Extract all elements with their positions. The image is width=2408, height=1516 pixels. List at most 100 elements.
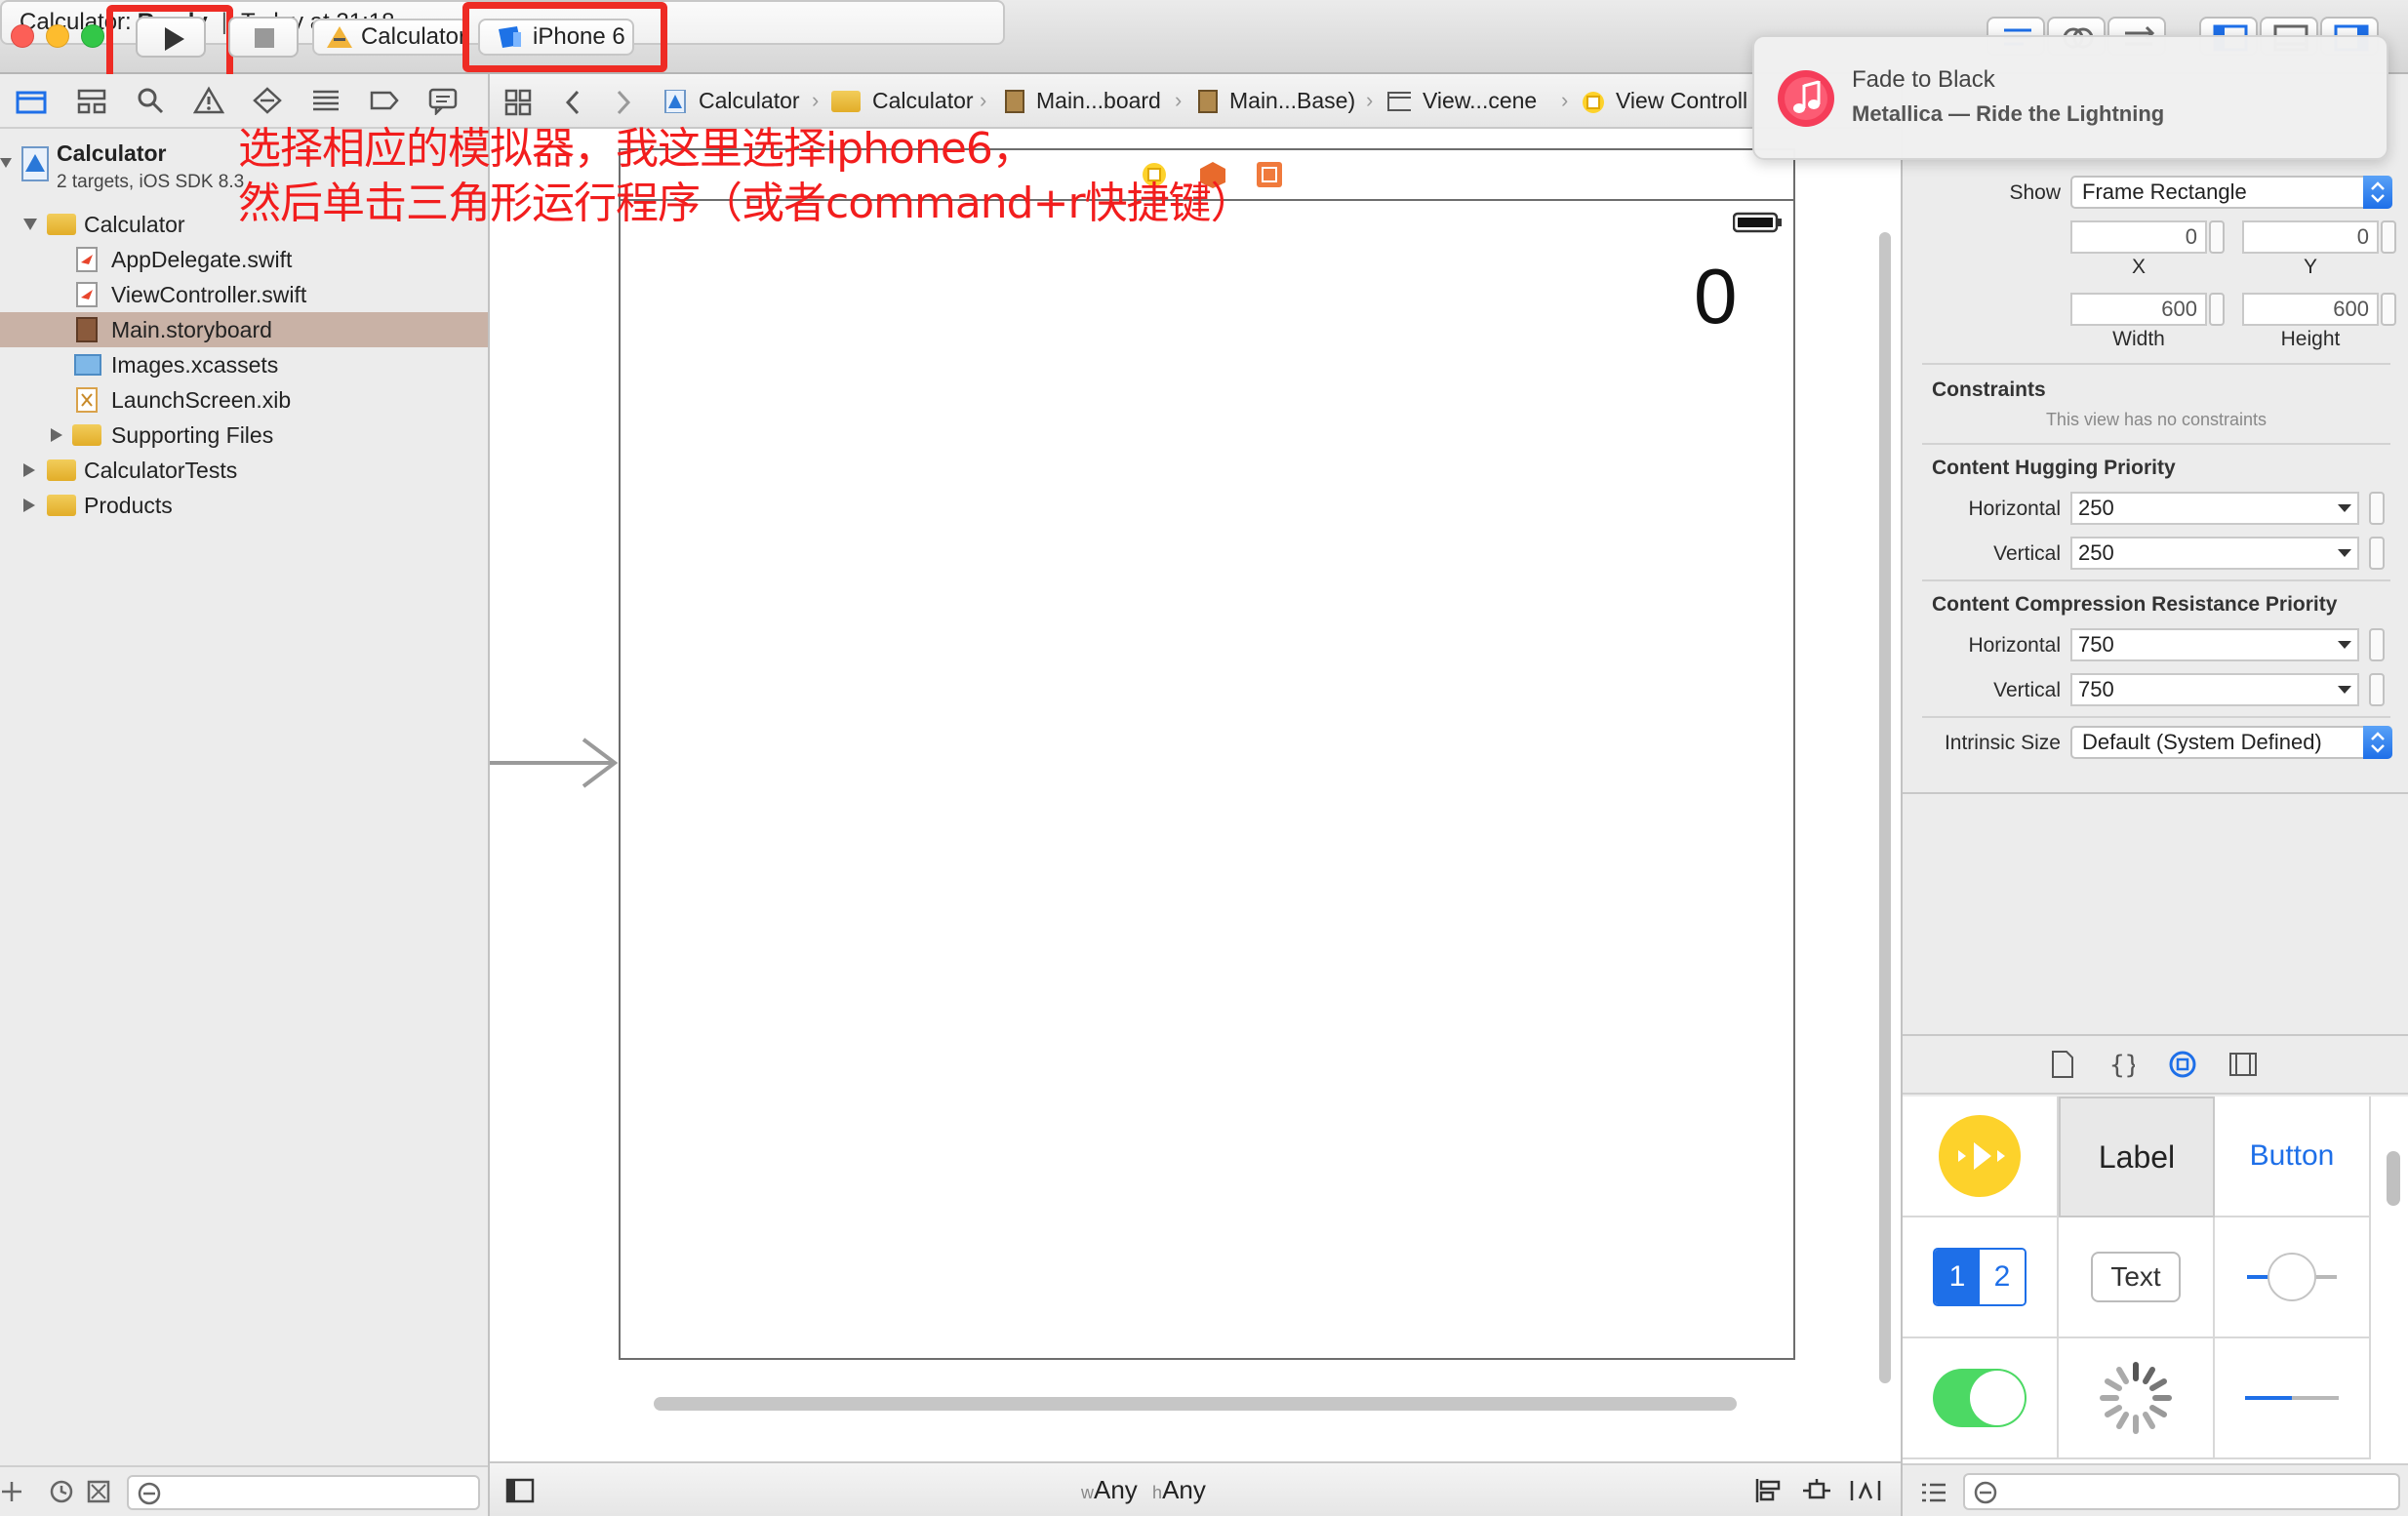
list-grid-toggle-icon[interactable] <box>1920 1479 1947 1506</box>
scm-filter-icon[interactable] <box>86 1479 111 1504</box>
crumb-storyboard[interactable]: Main...board <box>1005 88 1161 114</box>
crumb-project[interactable]: Calculator <box>663 88 800 114</box>
align-icon[interactable] <box>1754 1477 1784 1504</box>
nav-item-main-storyboard[interactable]: Main.storyboard <box>0 312 488 347</box>
nav-item-viewcontroller[interactable]: ViewController.swift <box>0 277 488 312</box>
compression-vertical-stepper[interactable] <box>2369 673 2385 706</box>
intrinsic-size-value: Default (System Defined) <box>2082 730 2322 754</box>
nav-item-calculatortests[interactable]: CalculatorTests <box>0 453 488 488</box>
width-stepper[interactable] <box>2209 293 2225 326</box>
horizontal-scrollbar[interactable] <box>654 1397 1737 1411</box>
library-activity-indicator-tile[interactable] <box>2059 1338 2215 1459</box>
file-template-icon[interactable] <box>2051 1050 2074 1079</box>
notification-subtitle: Metallica — Ride the Lightning <box>1852 101 2165 126</box>
crumb-group[interactable]: Calculator <box>831 88 974 114</box>
hugging-vertical-combo[interactable]: 250 <box>2070 537 2359 570</box>
view-controller-scene[interactable]: 0 <box>619 199 1795 1360</box>
size-class-w-value: Any <box>1094 1475 1138 1504</box>
library-progress-view-tile[interactable] <box>2215 1338 2371 1459</box>
disclosure-closed-icon[interactable] <box>23 463 35 477</box>
code-snippet-icon[interactable]: {} <box>2109 1050 2135 1079</box>
folder-tab-icon[interactable] <box>16 88 47 115</box>
size-class-control[interactable]: wAny hAny <box>1081 1475 1206 1505</box>
height-value: 600 <box>2333 297 2369 321</box>
warning-icon[interactable] <box>193 86 224 115</box>
vertical-scrollbar[interactable] <box>1879 232 1891 1383</box>
exit-icon[interactable] <box>1255 160 1284 189</box>
library-label-tile[interactable]: Label <box>2059 1097 2215 1217</box>
disclosure-open-icon[interactable] <box>0 156 12 170</box>
media-library-icon[interactable] <box>2228 1050 2258 1079</box>
library-filter-input[interactable] <box>1963 1473 2400 1510</box>
navigator-filter-input[interactable] <box>127 1475 480 1510</box>
library-switch-tile[interactable] <box>1903 1338 2059 1459</box>
crumb-base[interactable]: Main...Base) <box>1198 88 1355 114</box>
show-popup[interactable]: Frame Rectangle <box>2070 176 2392 209</box>
disclosure-closed-icon[interactable] <box>51 428 62 442</box>
document-outline-toggle-icon[interactable] <box>505 1477 535 1504</box>
library-scrollbar[interactable] <box>2387 1151 2400 1206</box>
library-button-tile[interactable]: Button <box>2215 1097 2371 1217</box>
y-field[interactable]: 0 <box>2242 220 2379 254</box>
breakpoint-icon[interactable] <box>369 86 400 115</box>
scheme-selector[interactable]: Calculator <box>312 19 468 56</box>
report-icon[interactable] <box>427 86 459 115</box>
nav-item-images[interactable]: Images.xcassets <box>0 347 488 382</box>
crumb-separator: › <box>1366 88 1374 112</box>
compression-horizontal-stepper[interactable] <box>2369 628 2385 661</box>
crumb-label: Main...board <box>1036 88 1161 113</box>
x-label: X <box>2131 256 2146 278</box>
nav-item-label: LaunchScreen.xib <box>111 386 292 413</box>
compression-vertical-combo[interactable]: 750 <box>2070 673 2359 706</box>
minimize-window-button[interactable] <box>46 24 69 48</box>
notification-title: Fade to Black <box>1852 66 1995 93</box>
hugging-vertical-stepper[interactable] <box>2369 537 2385 570</box>
nav-item-launchscreen[interactable]: LaunchScreen.xib <box>0 382 488 418</box>
dropdown-arrow-icon <box>2338 686 2351 694</box>
width-field[interactable]: 600 <box>2070 293 2207 326</box>
list-icon[interactable] <box>310 86 341 115</box>
nav-item-supporting-files[interactable]: Supporting Files <box>0 418 488 453</box>
library-segmented-tile[interactable]: 1 2 <box>1903 1217 2059 1338</box>
height-stepper[interactable] <box>2381 293 2396 326</box>
resolve-autolayout-icon[interactable] <box>1850 1477 1881 1504</box>
object-library-icon[interactable] <box>2168 1050 2197 1079</box>
crumb-scene[interactable]: View...cene <box>1387 88 1537 114</box>
x-field[interactable]: 0 <box>2070 220 2207 254</box>
y-stepper[interactable] <box>2381 220 2396 254</box>
library-textfield-tile[interactable]: Text <box>2059 1217 2215 1338</box>
hugging-horizontal-combo[interactable]: 250 <box>2070 492 2359 525</box>
dropdown-arrow-icon <box>2338 504 2351 512</box>
stop-button[interactable] <box>228 17 299 58</box>
recent-clock-icon[interactable] <box>49 1479 74 1504</box>
crumb-view-controller[interactable]: View Controll <box>1581 88 1747 114</box>
nav-item-products[interactable]: Products <box>0 488 488 523</box>
xcode-project-icon <box>664 89 686 113</box>
disclosure-open-icon[interactable] <box>23 219 37 230</box>
itunes-notification[interactable]: Fade to Black Metallica — Ride the Light… <box>1752 35 2388 160</box>
object-library-grid: Label Button 1 2 Text <box>1903 1097 2408 1467</box>
storyboard-canvas[interactable]: 0 <box>490 129 1901 1461</box>
display-label[interactable]: 0 <box>1694 252 1738 341</box>
y-value: 0 <box>2356 224 2369 249</box>
library-slider-tile[interactable] <box>2215 1217 2371 1338</box>
height-field[interactable]: 600 <box>2242 293 2379 326</box>
folder-icon <box>831 90 861 112</box>
zoom-window-button[interactable] <box>81 24 104 48</box>
hammer-app-icon <box>327 26 352 48</box>
button-tile-text: Button <box>2249 1139 2335 1172</box>
compression-horizontal-combo[interactable]: 750 <box>2070 628 2359 661</box>
hierarchy-tab-icon[interactable] <box>76 88 107 115</box>
x-stepper[interactable] <box>2209 220 2225 254</box>
add-icon[interactable] <box>0 1479 23 1504</box>
segment-2: 2 <box>1980 1250 2025 1304</box>
nav-item-appdelegate[interactable]: AppDelegate.swift <box>0 242 488 277</box>
close-window-button[interactable] <box>11 24 34 48</box>
intrinsic-size-popup[interactable]: Default (System Defined) <box>2070 726 2392 759</box>
library-avplayer-tile[interactable] <box>1903 1097 2059 1217</box>
disclosure-closed-icon[interactable] <box>23 499 35 512</box>
search-icon[interactable] <box>135 86 166 115</box>
hugging-horizontal-stepper[interactable] <box>2369 492 2385 525</box>
diamond-icon[interactable] <box>252 86 283 115</box>
pin-icon[interactable] <box>1801 1477 1832 1504</box>
